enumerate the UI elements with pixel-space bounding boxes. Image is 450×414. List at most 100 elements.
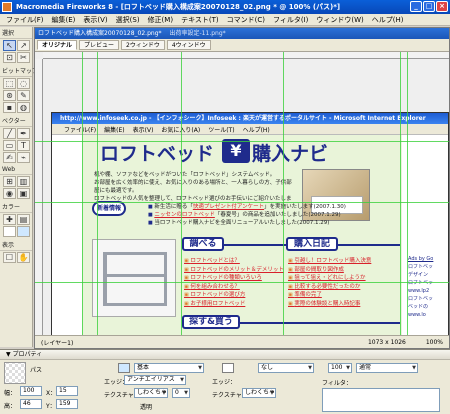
height-label: 高： (4, 403, 17, 410)
menu-help[interactable]: ヘルプ(H) (368, 15, 408, 25)
tools-section-vector: ベクター (0, 115, 32, 127)
paint-bucket-tool-icon[interactable]: ▤ (17, 214, 30, 225)
menu-file[interactable]: ファイル(F) (2, 15, 48, 25)
texture-amount-field[interactable]: 0 (172, 388, 190, 398)
fill-type-select[interactable]: 基本 (134, 363, 204, 373)
show-slices-icon[interactable]: ▣ (17, 188, 30, 199)
brush-tool-icon[interactable]: ✎ (17, 90, 30, 101)
section-diary-title: 購入日記 (286, 237, 338, 251)
pointer-tool-icon[interactable]: ↖ (3, 40, 16, 51)
opacity-field[interactable]: 100 (328, 363, 352, 373)
intro-line: 机や棚、ソファなどをベッドがついた「ロフトベッド」システムベッド。 (94, 172, 276, 178)
document-status-bar: (レイヤー1) 1073 x 1026 100% (35, 335, 449, 348)
eraser-tool-icon[interactable]: ◍ (17, 102, 30, 113)
tab-4-up[interactable]: 4ウィンドウ (166, 40, 211, 50)
rectangle-tool-icon[interactable]: ▭ (3, 140, 16, 151)
stroke-color-swatch[interactable] (3, 226, 16, 237)
transparent-label[interactable]: 透明 (140, 402, 152, 411)
crop-tool-icon[interactable]: ✂ (17, 52, 30, 63)
guide-vertical[interactable] (97, 52, 98, 337)
zoom-level[interactable]: 100% (426, 339, 443, 346)
hand-tool-icon[interactable]: ✋ (17, 252, 30, 263)
fireworks-logo-icon (2, 2, 12, 12)
menu-edit[interactable]: 編集(E) (48, 15, 80, 25)
filters-list[interactable] (322, 388, 440, 412)
menu-select[interactable]: 選択(S) (112, 15, 144, 25)
document-title-secondary[interactable]: 出荷率設定-11.png* (170, 28, 226, 39)
pencil-tool-icon[interactable]: ▪ (3, 102, 16, 113)
edge-select[interactable]: アンチエイリアス (124, 375, 186, 385)
guide-vertical[interactable] (181, 52, 182, 337)
ad-line: www.lp2 (408, 288, 430, 294)
tools-panel: 選択 ↖ ↗ ⊡ ✂ ビットマップ ⬚ ◌ ⊛ ✎ ▪ ◍ ベクター ╱ ✒ ▭… (0, 27, 38, 347)
app-title-bar[interactable]: Macromedia Fireworks 8 - [ロフトベッド購入構成案200… (0, 0, 450, 14)
menu-view[interactable]: 表示(V) (79, 15, 111, 25)
knife-tool-icon[interactable]: ⌁ (17, 152, 30, 163)
tools-section-colors: カラー (0, 201, 32, 213)
maximize-button[interactable]: □ (423, 1, 435, 12)
eyedropper-tool-icon[interactable]: ✚ (3, 214, 16, 225)
vertical-ruler[interactable] (35, 59, 43, 337)
freeform-tool-icon[interactable]: ✍ (3, 152, 16, 163)
marquee-tool-icon[interactable]: ⬚ (3, 78, 16, 89)
guide-vertical[interactable] (400, 52, 401, 337)
browser-menubar: ファイル(F) 編集(E) 表示(V) お気に入り(A) ツール(T) ヘルプ(… (52, 124, 448, 135)
menu-text[interactable]: テキスト(T) (177, 15, 223, 25)
guide-horizontal[interactable] (35, 141, 449, 142)
stroke-swatch[interactable] (222, 363, 234, 373)
yen-badge: ¥ (222, 139, 250, 163)
tab-original[interactable]: オリジナル (37, 40, 78, 50)
height-field[interactable]: 46 (20, 399, 42, 409)
browser-menu-view: 表示(V) (132, 126, 154, 134)
hide-slices-icon[interactable]: ◉ (3, 188, 16, 199)
ads-title: Ads by Go (408, 256, 434, 262)
tab-2-up[interactable]: 2ウィンドウ (121, 40, 165, 50)
scale-tool-icon[interactable]: ⊡ (3, 52, 16, 63)
section-search-title: 調べる (182, 237, 224, 251)
fill-color-swatch[interactable] (17, 226, 30, 237)
close-button[interactable]: × (436, 1, 448, 12)
width-field[interactable]: 100 (20, 386, 42, 396)
menu-window[interactable]: ウィンドウ(W) (312, 15, 367, 25)
guide-vertical[interactable] (283, 52, 284, 337)
menu-commands[interactable]: コマンド(C) (223, 15, 269, 25)
ad-line: ロフトベッ (408, 280, 434, 286)
section-divider (338, 244, 400, 246)
text-tool-icon[interactable]: T (17, 140, 30, 151)
x-field[interactable]: 15 (56, 386, 78, 396)
minimize-button[interactable]: _ (410, 1, 422, 12)
standard-screen-mode-icon[interactable]: ☐ (3, 252, 16, 263)
fill-swatch[interactable] (118, 363, 130, 373)
slice-tool-icon[interactable]: ▥ (17, 176, 30, 187)
diary-link: 部屋の間取り図作成 (288, 266, 371, 275)
line-tool-icon[interactable]: ╱ (3, 128, 16, 139)
browser-title: http://www.infoseek.co.jp - 【インフォシーク】Inf… (52, 113, 448, 124)
tab-preview[interactable]: プレビュー (79, 40, 120, 50)
menu-modify[interactable]: 修正(M) (144, 15, 178, 25)
guide-vertical[interactable] (407, 52, 408, 337)
lasso-tool-icon[interactable]: ◌ (17, 78, 30, 89)
stroke-type-select[interactable]: なし (258, 363, 314, 373)
horizontal-ruler[interactable] (43, 52, 449, 59)
browser-mockup: http://www.infoseek.co.jp - 【インフォシーク】Inf… (51, 112, 449, 337)
search-link: 何を組み合わせる？ (184, 283, 284, 292)
menu-filters[interactable]: フィルタ(I) (269, 15, 312, 25)
pen-tool-icon[interactable]: ✒ (17, 128, 30, 139)
guide-horizontal[interactable] (35, 202, 449, 203)
properties-header[interactable]: ▼ プロパティ (0, 350, 450, 360)
y-field[interactable]: 159 (56, 399, 78, 409)
hotspot-tool-icon[interactable]: ⊞ (3, 176, 16, 187)
guide-vertical[interactable] (82, 52, 83, 337)
section-divider (224, 244, 286, 246)
canvas-size[interactable]: 1073 x 1026 (368, 339, 406, 346)
magic-wand-tool-icon[interactable]: ⊛ (3, 90, 16, 101)
guide-horizontal[interactable] (35, 282, 449, 283)
ad-line: デザイン (408, 272, 429, 278)
document-title[interactable]: ロフトベッド購入構成案20070128_02.png* (38, 28, 162, 39)
diary-link: 比較する必要性だったのか (288, 283, 371, 292)
texture-select[interactable]: しわくちゃ (134, 388, 168, 398)
stroke-texture-select[interactable]: しわくちゃ (242, 388, 276, 398)
document-canvas[interactable]: http://www.infoseek.co.jp - 【インフォシーク】Inf… (35, 52, 449, 337)
blend-mode-select[interactable]: 通常 (356, 363, 418, 373)
subselect-tool-icon[interactable]: ↗ (17, 40, 30, 51)
